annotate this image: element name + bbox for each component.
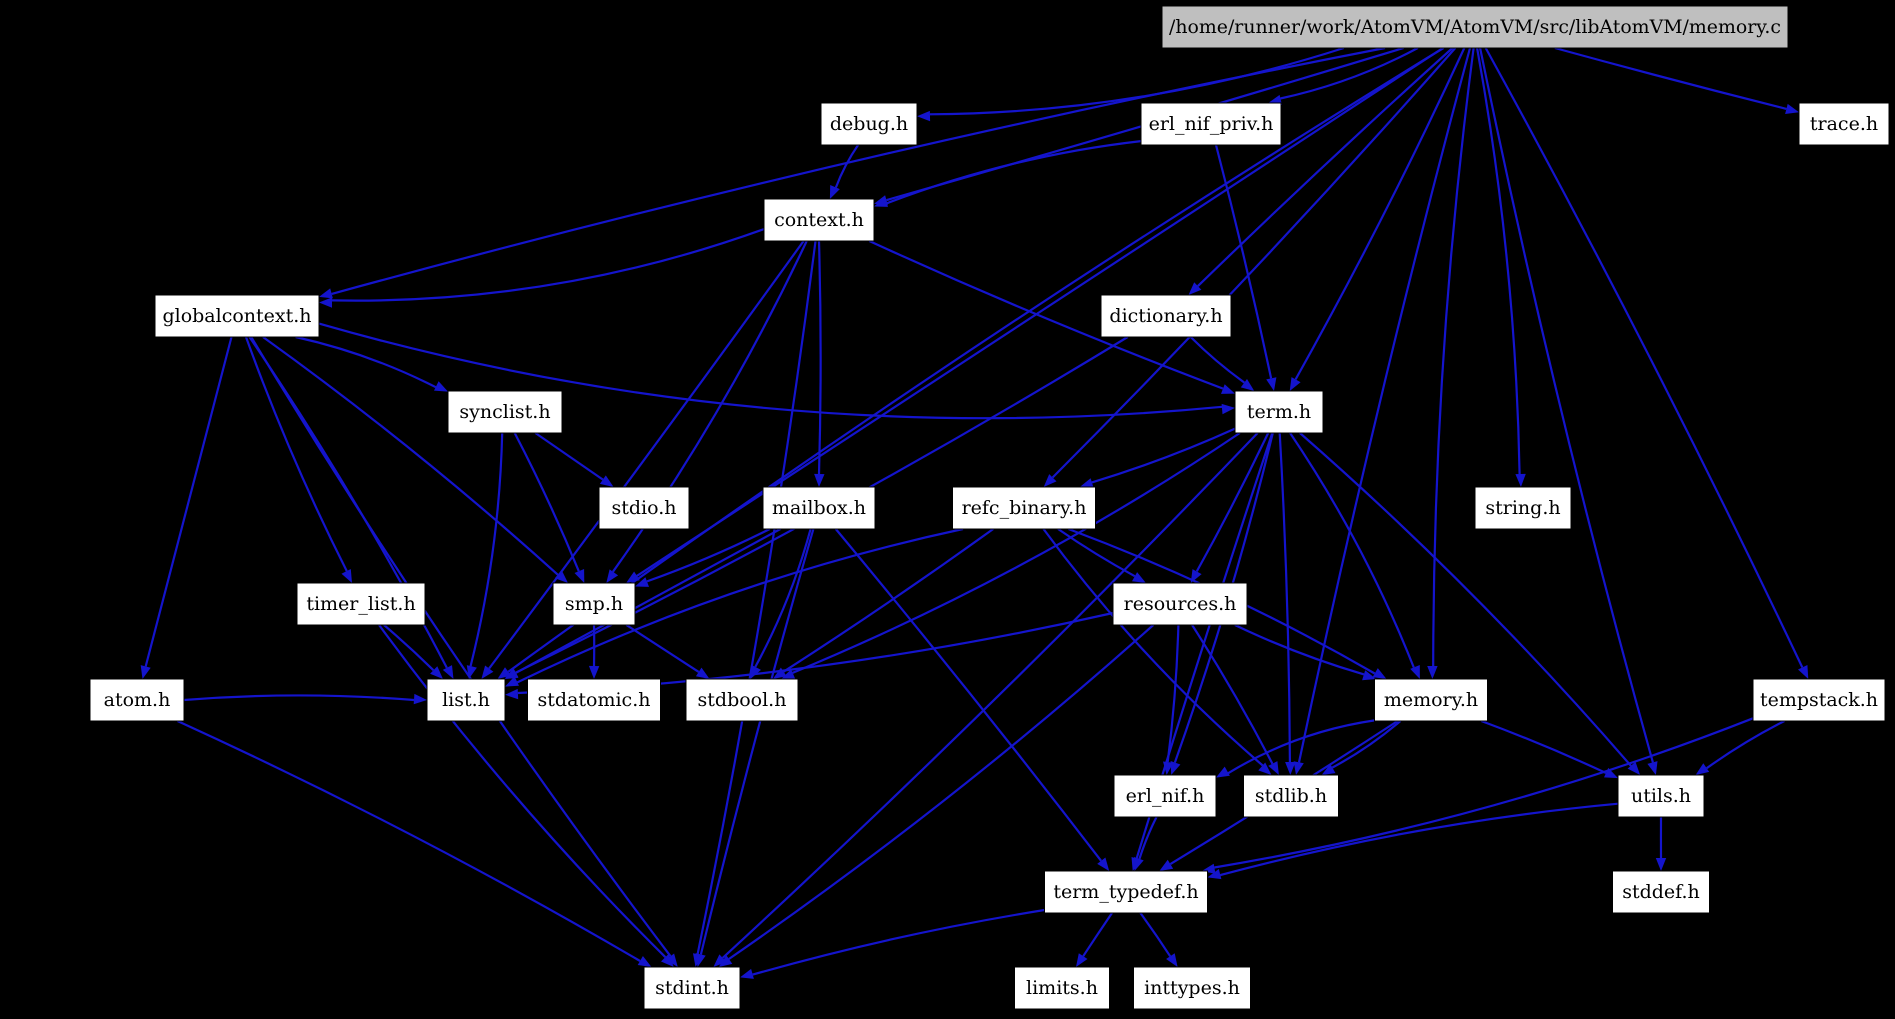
graph-node-resources[interactable]: resources.h bbox=[1112, 582, 1248, 626]
node-label: stddef.h bbox=[1622, 881, 1700, 903]
graph-node-memory[interactable]: memory.h bbox=[1374, 678, 1488, 722]
node-label: debug.h bbox=[830, 113, 908, 135]
graph-node-timer_list[interactable]: timer_list.h bbox=[296, 582, 426, 626]
node-label: stdbool.h bbox=[698, 689, 787, 711]
node-label: string.h bbox=[1485, 497, 1560, 519]
node-label: stdio.h bbox=[611, 497, 676, 519]
graph-node-term_typedef[interactable]: term_typedef.h bbox=[1044, 870, 1208, 914]
graph-node-tempstack[interactable]: tempstack.h bbox=[1752, 678, 1886, 722]
node-label: erl_nif_priv.h bbox=[1149, 113, 1274, 135]
node-label: memory.h bbox=[1384, 689, 1478, 711]
node-label: inttypes.h bbox=[1144, 977, 1240, 999]
graph-node-term[interactable]: term.h bbox=[1234, 390, 1324, 434]
graph-node-inttypes[interactable]: inttypes.h bbox=[1133, 966, 1251, 1010]
node-label: term_typedef.h bbox=[1053, 881, 1198, 903]
node-label: dictionary.h bbox=[1109, 305, 1222, 327]
node-label: term.h bbox=[1247, 401, 1311, 423]
graph-node-utils[interactable]: utils.h bbox=[1617, 774, 1705, 818]
node-label: utils.h bbox=[1631, 785, 1691, 807]
node-label: mailbox.h bbox=[772, 497, 866, 519]
graph-root-node[interactable]: /home/runner/work/AtomVM/AtomVM/src/libA… bbox=[1161, 5, 1789, 49]
graph-node-list[interactable]: list.h bbox=[426, 678, 506, 722]
graph-node-mailbox[interactable]: mailbox.h bbox=[762, 486, 876, 530]
graph-background bbox=[0, 0, 1895, 1019]
include-dependency-graph: /home/runner/work/AtomVM/AtomVM/src/libA… bbox=[0, 0, 1895, 1019]
node-label: /home/runner/work/AtomVM/AtomVM/src/libA… bbox=[1169, 16, 1781, 38]
graph-node-limits[interactable]: limits.h bbox=[1014, 966, 1110, 1010]
node-label: trace.h bbox=[1810, 113, 1878, 135]
graph-node-stdio[interactable]: stdio.h bbox=[598, 486, 690, 530]
node-label: resources.h bbox=[1124, 593, 1237, 615]
graph-node-dictionary[interactable]: dictionary.h bbox=[1100, 294, 1232, 338]
node-label: tempstack.h bbox=[1760, 689, 1878, 711]
graph-node-stdlib[interactable]: stdlib.h bbox=[1243, 774, 1339, 818]
node-label: stdatomic.h bbox=[538, 689, 651, 711]
graph-node-trace[interactable]: trace.h bbox=[1798, 102, 1890, 146]
graph-node-globalcontext[interactable]: globalcontext.h bbox=[154, 294, 320, 338]
node-label: synclist.h bbox=[459, 401, 550, 423]
graph-node-context[interactable]: context.h bbox=[763, 198, 875, 242]
node-label: list.h bbox=[442, 689, 490, 711]
graph-node-string[interactable]: string.h bbox=[1474, 486, 1572, 530]
graph-node-erl_nif[interactable]: erl_nif.h bbox=[1113, 774, 1217, 818]
node-label: context.h bbox=[774, 209, 864, 231]
node-label: atom.h bbox=[104, 689, 171, 711]
node-label: globalcontext.h bbox=[162, 305, 311, 327]
node-label: limits.h bbox=[1026, 977, 1098, 999]
graph-node-refc_binary[interactable]: refc_binary.h bbox=[952, 486, 1096, 530]
node-label: refc_binary.h bbox=[962, 497, 1087, 519]
node-label: stdlib.h bbox=[1255, 785, 1327, 807]
graph-node-atom[interactable]: atom.h bbox=[89, 678, 185, 722]
graph-node-stdbool[interactable]: stdbool.h bbox=[685, 678, 799, 722]
node-label: smp.h bbox=[565, 593, 623, 615]
graph-node-debug[interactable]: debug.h bbox=[820, 102, 918, 146]
graph-node-smp[interactable]: smp.h bbox=[552, 582, 636, 626]
graph-node-stdatomic[interactable]: stdatomic.h bbox=[527, 678, 661, 722]
node-label: stdint.h bbox=[655, 977, 729, 999]
node-label: erl_nif.h bbox=[1126, 785, 1205, 807]
node-label: timer_list.h bbox=[306, 593, 415, 615]
graph-node-synclist[interactable]: synclist.h bbox=[447, 390, 563, 434]
graph-node-stdint[interactable]: stdint.h bbox=[643, 966, 741, 1010]
graph-node-stddef[interactable]: stddef.h bbox=[1612, 870, 1710, 914]
graph-node-erl_nif_priv[interactable]: erl_nif_priv.h bbox=[1140, 102, 1282, 146]
